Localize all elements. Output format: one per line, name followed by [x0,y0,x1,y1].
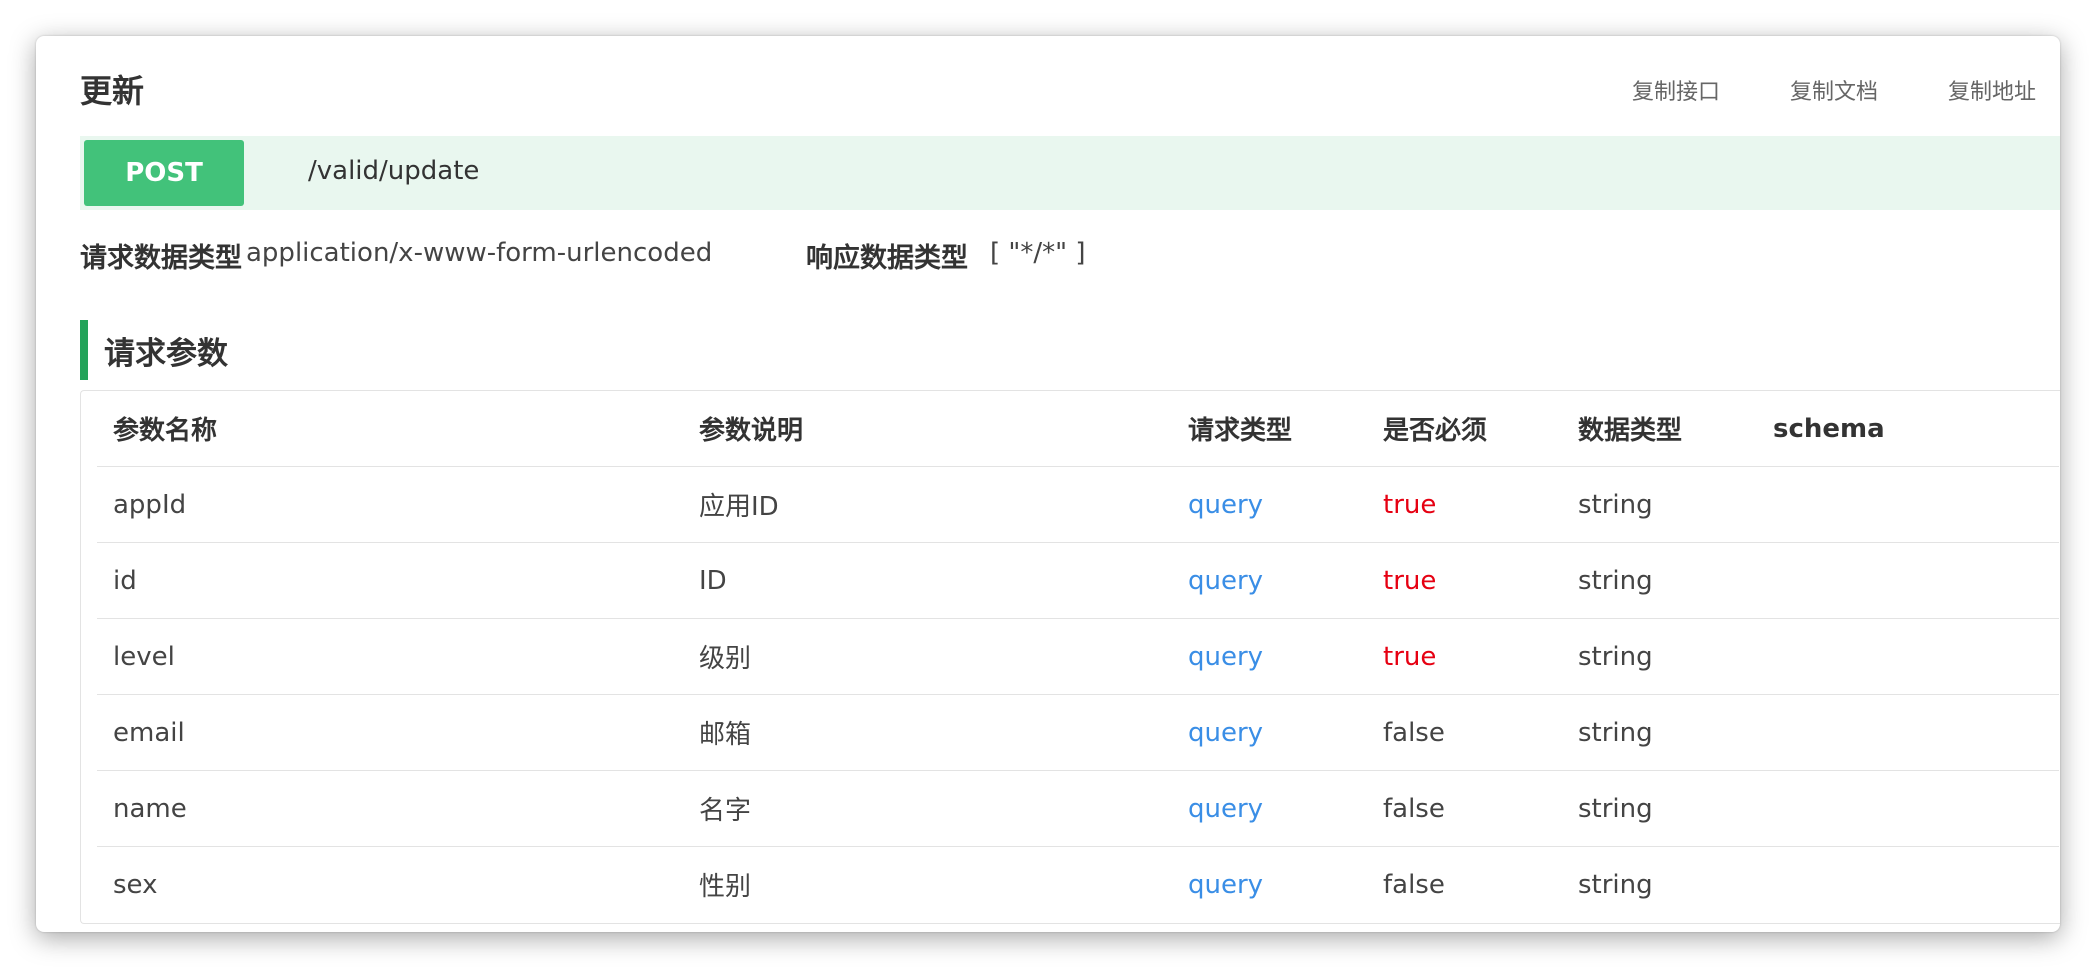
table-header-row: 参数名称 参数说明 请求类型 是否必须 数据类型 schema [97,391,2059,467]
param-data-type: string [1562,770,1757,847]
param-request-type: query [1172,466,1367,543]
param-data-type: string [1578,869,1653,900]
param-request-type: query [1172,618,1367,695]
table-row: level 级别 query true string [97,618,2059,695]
param-required: false [1383,869,1445,900]
copy-interface-button[interactable]: 复制接口 [1632,74,1720,106]
response-content-type-value: [ "*/*" ] [990,238,1086,268]
param-name: name [97,770,683,847]
copy-document-button[interactable]: 复制文档 [1790,74,1878,106]
table-row: sex 性别 query false string [97,847,2059,923]
param-request-type: query [1172,770,1367,847]
param-required: true [1367,466,1562,543]
param-name: email [97,694,683,771]
header-actions: 复制接口 复制文档 复制地址 [1632,74,2036,106]
param-required: false [1367,770,1562,847]
param-name: appId [97,466,683,543]
table-row: appId 应用ID query true string [97,466,2059,543]
param-description: 邮箱 [683,694,1172,771]
param-description: 名字 [683,770,1172,847]
method-badge: POST [84,140,244,206]
param-description: 应用ID [683,466,1172,543]
request-params-title: 请求参数 [104,335,228,372]
param-data-type: string [1562,466,1757,543]
param-required: true [1367,542,1562,619]
response-content-type-label: 响应数据类型 [806,243,968,274]
param-required: false [1367,694,1562,771]
table-row: id ID query true string [97,542,2059,619]
request-content-type-label: 请求数据类型 [80,243,242,274]
page-title: 更新 [80,72,145,110]
param-schema [1757,847,2059,923]
endpoint-bar: POST /valid/update [80,136,2060,210]
section-accent-bar [80,320,88,380]
column-header-schema: schema [1757,391,2059,467]
param-schema [1757,618,2059,695]
copy-address-button[interactable]: 复制地址 [1948,74,2036,106]
param-request-type: query [1188,869,1264,900]
params-table-container: 参数名称 参数说明 请求类型 是否必须 数据类型 schema appId 应用… [80,390,2060,924]
param-data-type: string [1562,618,1757,695]
param-name: level [97,618,683,695]
param-schema [1757,770,2059,847]
params-table: 参数名称 参数说明 请求类型 是否必须 数据类型 schema appId 应用… [97,391,2059,922]
param-data-type: string [1562,542,1757,619]
column-header-description: 参数说明 [683,391,1172,467]
param-schema [1757,466,2059,543]
param-required: true [1367,618,1562,695]
table-row: name 名字 query false string [97,770,2059,847]
param-name: sex [113,869,158,900]
column-header-name: 参数名称 [97,391,683,467]
param-request-type: query [1172,694,1367,771]
param-schema [1757,694,2059,771]
param-schema [1757,542,2059,619]
column-header-required: 是否必须 [1367,391,1562,467]
param-data-type: string [1562,694,1757,771]
param-request-type: query [1172,542,1367,619]
api-doc-panel: 更新 复制接口 复制文档 复制地址 POST /valid/update 请求数… [36,36,2060,932]
param-description: ID [683,542,1172,619]
column-header-data-type: 数据类型 [1562,391,1757,467]
param-description: 级别 [683,618,1172,695]
request-params-header: 请求参数 [80,320,228,380]
column-header-request-type: 请求类型 [1172,391,1367,467]
request-content-type-value: application/x-www-form-urlencoded [246,238,713,268]
param-description: 性别 [699,872,752,902]
table-row: email 邮箱 query false string [97,694,2059,771]
endpoint-path: /valid/update [308,156,480,186]
param-name: id [97,542,683,619]
